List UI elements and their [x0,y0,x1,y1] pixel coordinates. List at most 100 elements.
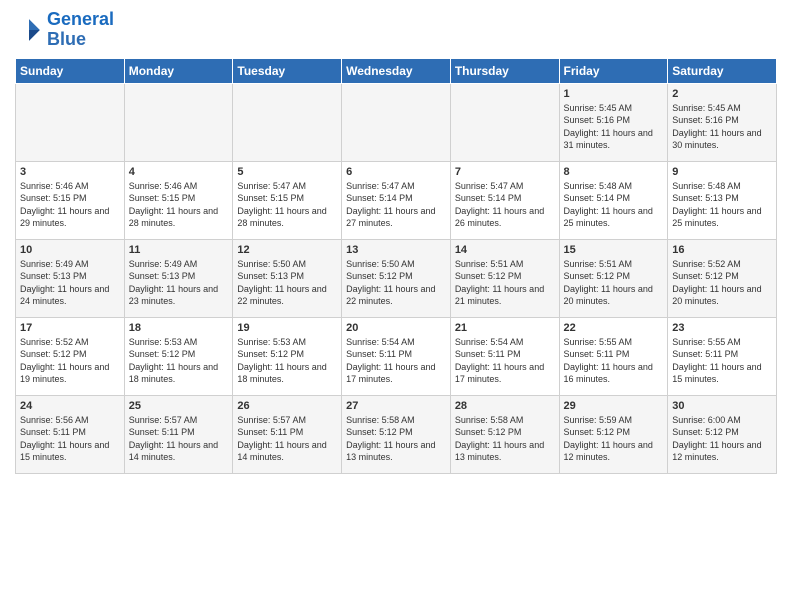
cell-content: Sunrise: 5:49 AM Sunset: 5:13 PM Dayligh… [129,258,229,308]
calendar-cell: 5 Sunrise: 5:47 AM Sunset: 5:15 PM Daylig… [233,161,342,239]
cell-content: Sunrise: 5:56 AM Sunset: 5:11 PM Dayligh… [20,414,120,464]
calendar-cell: 19 Sunrise: 5:53 AM Sunset: 5:12 PM Dayli… [233,317,342,395]
calendar-cell: 2 Sunrise: 5:45 AM Sunset: 5:16 PM Daylig… [668,83,777,161]
cell-content: Sunrise: 5:53 AM Sunset: 5:12 PM Dayligh… [129,336,229,386]
day-number: 4 [129,166,229,178]
day-number: 26 [237,400,337,412]
calendar-cell: 9 Sunrise: 5:48 AM Sunset: 5:13 PM Daylig… [668,161,777,239]
cell-content: Sunrise: 5:49 AM Sunset: 5:13 PM Dayligh… [20,258,120,308]
calendar-cell: 8 Sunrise: 5:48 AM Sunset: 5:14 PM Daylig… [559,161,668,239]
day-number: 9 [672,166,772,178]
calendar-cell [124,83,233,161]
cell-content: Sunrise: 5:59 AM Sunset: 5:12 PM Dayligh… [564,414,664,464]
calendar-cell: 12 Sunrise: 5:50 AM Sunset: 5:13 PM Dayli… [233,239,342,317]
calendar-cell: 25 Sunrise: 5:57 AM Sunset: 5:11 PM Dayli… [124,395,233,473]
calendar-cell: 6Sunrise: 5:47 AM Sunset: 5:14 PM Daylig… [342,161,451,239]
day-number: 18 [129,322,229,334]
day-number: 27 [346,400,446,412]
cell-content: Sunrise: 5:46 AM Sunset: 5:15 PM Dayligh… [20,180,120,230]
calendar-cell [16,83,125,161]
calendar-cell [450,83,559,161]
day-number: 15 [564,244,664,256]
cell-content: Sunrise: 5:51 AM Sunset: 5:12 PM Dayligh… [455,258,555,308]
calendar-cell: 18 Sunrise: 5:53 AM Sunset: 5:12 PM Dayli… [124,317,233,395]
page: General Blue SundayMondayTuesdayWednesda… [0,0,792,489]
header: General Blue [15,10,777,50]
day-number: 25 [129,400,229,412]
calendar-cell: 21 Sunrise: 5:54 AM Sunset: 5:11 PM Dayli… [450,317,559,395]
day-number: 2 [672,88,772,100]
calendar-cell: 11Sunrise: 5:49 AM Sunset: 5:13 PM Dayli… [124,239,233,317]
day-number: 14 [455,244,555,256]
cell-content: Sunrise: 5:50 AM Sunset: 5:12 PM Dayligh… [346,258,446,308]
calendar-cell: 14 Sunrise: 5:51 AM Sunset: 5:12 PM Dayli… [450,239,559,317]
header-day: Tuesday [233,58,342,83]
cell-content: Sunrise: 5:54 AM Sunset: 5:11 PM Dayligh… [346,336,446,386]
day-number: 21 [455,322,555,334]
header-day: Friday [559,58,668,83]
calendar-cell: 3 Sunrise: 5:46 AM Sunset: 5:15 PM Daylig… [16,161,125,239]
day-number: 10 [20,244,120,256]
day-number: 8 [564,166,664,178]
cell-content: Sunrise: 5:55 AM Sunset: 5:11 PM Dayligh… [672,336,772,386]
cell-content: Sunrise: 5:45 AM Sunset: 5:16 PM Dayligh… [672,102,772,152]
cell-content: Sunrise: 5:58 AM Sunset: 5:12 PM Dayligh… [346,414,446,464]
calendar-row: 10 Sunrise: 5:49 AM Sunset: 5:13 PM Dayli… [16,239,777,317]
day-number: 16 [672,244,772,256]
day-number: 29 [564,400,664,412]
calendar-cell: 22Sunrise: 5:55 AM Sunset: 5:11 PM Dayli… [559,317,668,395]
day-number: 17 [20,322,120,334]
cell-content: Sunrise: 5:51 AM Sunset: 5:12 PM Dayligh… [564,258,664,308]
cell-content: Sunrise: 6:00 AM Sunset: 5:12 PM Dayligh… [672,414,772,464]
calendar-table: SundayMondayTuesdayWednesdayThursdayFrid… [15,58,777,474]
calendar-row: 24Sunrise: 5:56 AM Sunset: 5:11 PM Dayli… [16,395,777,473]
logo: General Blue [15,10,114,50]
cell-content: Sunrise: 5:46 AM Sunset: 5:15 PM Dayligh… [129,180,229,230]
calendar-cell: 17 Sunrise: 5:52 AM Sunset: 5:12 PM Dayli… [16,317,125,395]
cell-content: Sunrise: 5:54 AM Sunset: 5:11 PM Dayligh… [455,336,555,386]
calendar-cell: 26 Sunrise: 5:57 AM Sunset: 5:11 PM Dayli… [233,395,342,473]
day-number: 20 [346,322,446,334]
calendar-cell: 13 Sunrise: 5:50 AM Sunset: 5:12 PM Dayli… [342,239,451,317]
calendar-row: 3 Sunrise: 5:46 AM Sunset: 5:15 PM Daylig… [16,161,777,239]
day-number: 23 [672,322,772,334]
day-number: 19 [237,322,337,334]
calendar-cell: 29 Sunrise: 5:59 AM Sunset: 5:12 PM Dayli… [559,395,668,473]
day-number: 22 [564,322,664,334]
day-number: 13 [346,244,446,256]
day-number: 6 [346,166,446,178]
cell-content: Sunrise: 5:47 AM Sunset: 5:15 PM Dayligh… [237,180,337,230]
calendar-cell: 30 Sunrise: 6:00 AM Sunset: 5:12 PM Dayli… [668,395,777,473]
calendar-cell: 20 Sunrise: 5:54 AM Sunset: 5:11 PM Dayli… [342,317,451,395]
cell-content: Sunrise: 5:45 AM Sunset: 5:16 PM Dayligh… [564,102,664,152]
calendar-cell: 24Sunrise: 5:56 AM Sunset: 5:11 PM Dayli… [16,395,125,473]
day-number: 5 [237,166,337,178]
calendar-cell: 27 Sunrise: 5:58 AM Sunset: 5:12 PM Dayli… [342,395,451,473]
cell-content: Sunrise: 5:53 AM Sunset: 5:12 PM Dayligh… [237,336,337,386]
logo-text: General Blue [47,10,114,50]
cell-content: Sunrise: 5:58 AM Sunset: 5:12 PM Dayligh… [455,414,555,464]
calendar-row: 17 Sunrise: 5:52 AM Sunset: 5:12 PM Dayli… [16,317,777,395]
cell-content: Sunrise: 5:52 AM Sunset: 5:12 PM Dayligh… [672,258,772,308]
day-number: 3 [20,166,120,178]
cell-content: Sunrise: 5:52 AM Sunset: 5:12 PM Dayligh… [20,336,120,386]
day-number: 1 [564,88,664,100]
cell-content: Sunrise: 5:48 AM Sunset: 5:13 PM Dayligh… [672,180,772,230]
calendar-cell: 23 Sunrise: 5:55 AM Sunset: 5:11 PM Dayli… [668,317,777,395]
header-day: Monday [124,58,233,83]
day-number: 28 [455,400,555,412]
cell-content: Sunrise: 5:50 AM Sunset: 5:13 PM Dayligh… [237,258,337,308]
day-number: 30 [672,400,772,412]
calendar-cell: 28 Sunrise: 5:58 AM Sunset: 5:12 PM Dayli… [450,395,559,473]
logo-icon [15,16,43,44]
calendar-cell: 1 Sunrise: 5:45 AM Sunset: 5:16 PM Daylig… [559,83,668,161]
cell-content: Sunrise: 5:57 AM Sunset: 5:11 PM Dayligh… [129,414,229,464]
cell-content: Sunrise: 5:48 AM Sunset: 5:14 PM Dayligh… [564,180,664,230]
calendar-cell: 4 Sunrise: 5:46 AM Sunset: 5:15 PM Daylig… [124,161,233,239]
cell-content: Sunrise: 5:57 AM Sunset: 5:11 PM Dayligh… [237,414,337,464]
calendar-cell [233,83,342,161]
day-number: 12 [237,244,337,256]
cell-content: Sunrise: 5:47 AM Sunset: 5:14 PM Dayligh… [455,180,555,230]
calendar-cell: 7Sunrise: 5:47 AM Sunset: 5:14 PM Daylig… [450,161,559,239]
header-day: Sunday [16,58,125,83]
